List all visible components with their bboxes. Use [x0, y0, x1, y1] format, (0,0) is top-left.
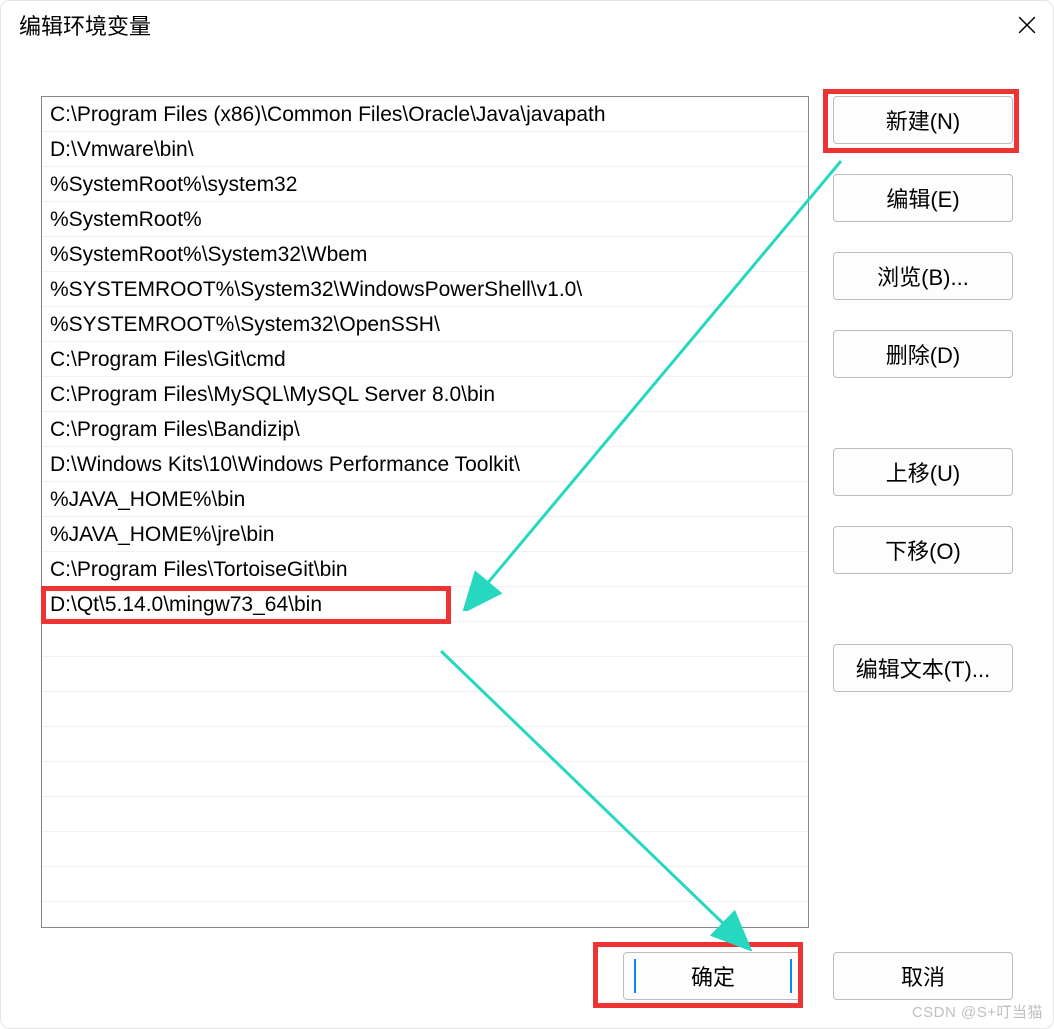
path-entry[interactable]	[42, 832, 808, 867]
path-listbox[interactable]: C:\Program Files (x86)\Common Files\Orac…	[41, 96, 809, 928]
moveup-button[interactable]: 上移(U)	[833, 448, 1013, 496]
browse-button[interactable]: 浏览(B)...	[833, 252, 1013, 300]
side-buttons: 新建(N) 编辑(E) 浏览(B)... 删除(D) 上移(U) 下移(O) 编…	[833, 96, 1013, 928]
path-entry[interactable]: %SYSTEMROOT%\System32\WindowsPowerShell\…	[42, 272, 808, 307]
path-entry[interactable]: %SystemRoot%	[42, 202, 808, 237]
path-entry[interactable]: %SystemRoot%\system32	[42, 167, 808, 202]
delete-button[interactable]: 删除(D)	[833, 330, 1013, 378]
path-entry[interactable]	[42, 657, 808, 692]
new-button[interactable]: 新建(N)	[833, 96, 1013, 144]
path-entry[interactable]: C:\Program Files\Bandizip\	[42, 412, 808, 447]
close-icon	[1018, 16, 1036, 34]
path-entry[interactable]: %SystemRoot%\System32\Wbem	[42, 237, 808, 272]
path-entry[interactable]	[42, 867, 808, 902]
path-entry[interactable]: D:\Vmware\bin\	[42, 132, 808, 167]
titlebar: 编辑环境变量	[1, 1, 1053, 49]
path-entry[interactable]: C:\Program Files\MySQL\MySQL Server 8.0\…	[42, 377, 808, 412]
path-entry[interactable]: C:\Program Files\Git\cmd	[42, 342, 808, 377]
close-button[interactable]	[1015, 13, 1039, 37]
window-title: 编辑环境变量	[19, 9, 151, 41]
path-entry[interactable]	[42, 727, 808, 762]
edittext-button[interactable]: 编辑文本(T)...	[833, 644, 1013, 692]
path-entry[interactable]: C:\Program Files\TortoiseGit\bin	[42, 552, 808, 587]
footer-buttons: 确定 取消	[623, 952, 1013, 1000]
path-entry[interactable]: D:\Windows Kits\10\Windows Performance T…	[42, 447, 808, 482]
watermark: CSDN @S+叮当猫	[912, 1001, 1043, 1022]
movedown-button[interactable]: 下移(O)	[833, 526, 1013, 574]
path-entry[interactable]: D:\Qt\5.14.0\mingw73_64\bin	[42, 587, 808, 622]
ok-button[interactable]: 确定	[623, 952, 803, 1000]
path-entry[interactable]	[42, 762, 808, 797]
path-entry[interactable]: %SYSTEMROOT%\System32\OpenSSH\	[42, 307, 808, 342]
path-entry[interactable]	[42, 692, 808, 727]
path-entry[interactable]	[42, 622, 808, 657]
path-entry[interactable]	[42, 797, 808, 832]
path-entry[interactable]: %JAVA_HOME%\bin	[42, 482, 808, 517]
content-area: C:\Program Files (x86)\Common Files\Orac…	[41, 96, 1013, 928]
edit-button[interactable]: 编辑(E)	[833, 174, 1013, 222]
env-var-dialog: 编辑环境变量 C:\Program Files (x86)\Common Fil…	[0, 0, 1054, 1029]
path-entry[interactable]: C:\Program Files (x86)\Common Files\Orac…	[42, 97, 808, 132]
path-entry[interactable]: %JAVA_HOME%\jre\bin	[42, 517, 808, 552]
cancel-button[interactable]: 取消	[833, 952, 1013, 1000]
